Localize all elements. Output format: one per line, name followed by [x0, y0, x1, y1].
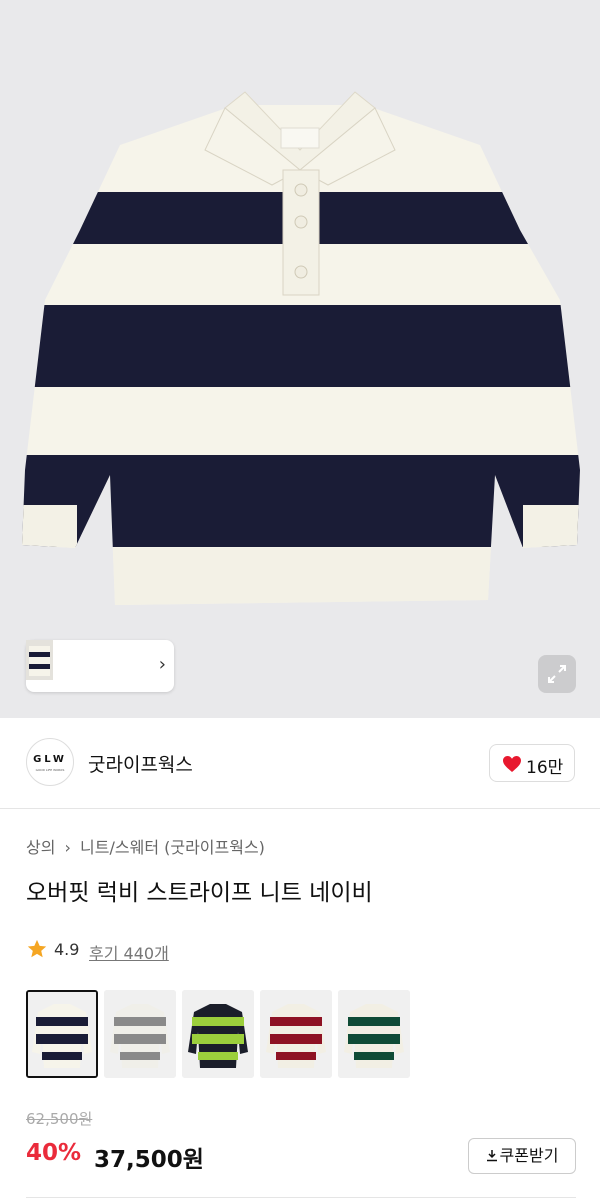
color-option-image: [28, 992, 96, 1076]
color-option-green[interactable]: [338, 990, 410, 1078]
download-icon: [486, 1150, 497, 1162]
rating-score: 4.9: [54, 940, 80, 959]
coupon-download-button[interactable]: 쿠폰받기: [468, 1138, 576, 1174]
coupon-label: 쿠폰받기: [499, 1146, 559, 1165]
color-option-image: [104, 990, 176, 1078]
brand-logo-text: GLW: [33, 754, 67, 765]
sweater-illustration: [22, 91, 580, 605]
breadcrumb: 상의 › 니트/스웨터 (굿라이프웍스): [26, 834, 269, 858]
review-count-link[interactable]: 후기 440개: [89, 940, 169, 964]
like-count: 16만: [526, 758, 564, 778]
color-option-image: [338, 990, 410, 1078]
original-price: 62,500원: [26, 1110, 93, 1128]
chevron-right-icon[interactable]: ›: [159, 654, 166, 675]
brand-logo-subtext: GOOD LIFE WORKS: [35, 768, 65, 772]
breadcrumb-item-category[interactable]: 상의: [26, 838, 55, 857]
product-title: 오버핏 럭비 스트라이프 니트 네이비: [26, 880, 373, 906]
breadcrumb-separator-icon: ›: [64, 838, 71, 857]
color-option-image: [260, 990, 332, 1078]
expand-icon: [548, 665, 566, 683]
thumbnail-3[interactable]: [26, 640, 53, 680]
color-option-navy[interactable]: [26, 990, 98, 1078]
divider: [26, 1197, 576, 1198]
color-option-gray[interactable]: [104, 990, 176, 1078]
thumbnail-strip[interactable]: ›: [26, 640, 174, 692]
color-option-burgundy[interactable]: [260, 990, 332, 1078]
heart-icon: [503, 756, 521, 772]
star-icon: [27, 939, 47, 958]
brand-logo[interactable]: GLW GOOD LIFE WORKS: [26, 738, 74, 786]
brand-name[interactable]: 굿라이프웍스: [88, 750, 193, 777]
like-button[interactable]: 16만: [489, 744, 575, 782]
breadcrumb-item-subcategory[interactable]: 니트/스웨터 (굿라이프웍스): [80, 838, 265, 857]
color-option-lime[interactable]: [182, 990, 254, 1078]
sale-price: 37,500원: [94, 1147, 204, 1173]
product-main-image[interactable]: ›: [0, 0, 600, 718]
expand-button[interactable]: [538, 655, 576, 693]
discount-rate: 40%: [26, 1140, 82, 1166]
color-option-image: [182, 990, 254, 1078]
